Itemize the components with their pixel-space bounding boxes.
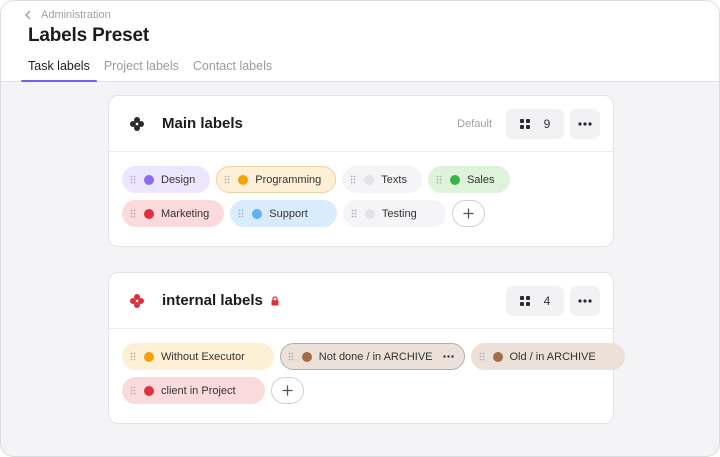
label-count: 9 [543,117,551,131]
label-chip-old-in-archive[interactable]: Old / in ARCHIVE [470,343,625,370]
page-header: Administration Labels Preset Task labels… [1,1,719,82]
label-color-dot [144,174,154,185]
label-row: client in Project [122,377,600,404]
grid-icon [519,119,530,129]
drag-handle-icon[interactable] [130,175,136,184]
drag-handle-icon[interactable] [479,352,485,361]
label-chip-texts[interactable]: Texts [342,166,422,193]
card-header: Main labels Default 9 [109,96,613,152]
label-color-dot [144,351,154,362]
card-header: internal labels 4 [109,273,613,329]
label-chip-text: Sales [466,173,495,186]
label-color-dot [364,208,375,219]
label-list: Without Executor Not done / in ARCHIVE O… [122,343,625,411]
label-row: Without Executor Not done / in ARCHIVE O… [122,343,625,370]
chevron-left-icon[interactable] [24,10,32,20]
label-chip-design[interactable]: Design [122,166,211,193]
breadcrumb[interactable]: Administration [24,8,111,22]
drag-handle-icon[interactable] [436,175,442,184]
more-horizontal-icon [578,122,592,126]
label-chip-text: Testing [381,207,417,220]
label-chip-sales[interactable]: Sales [427,166,510,193]
label-color-dot [492,351,503,362]
label-color-dot [144,208,154,219]
label-chip-text: Programming [255,173,322,186]
grid-icon [519,296,530,306]
drag-handle-icon[interactable] [130,209,136,218]
drag-handle-icon[interactable] [130,386,136,395]
tab-project-labels[interactable]: Project labels [97,57,186,81]
tab-bar: Task labels Project labels Contact label… [21,57,279,82]
label-chip-text: Texts [381,173,407,186]
clover-icon [130,117,144,131]
label-color-dot [144,385,154,396]
tab-contact-labels[interactable]: Contact labels [186,57,279,81]
more-horizontal-icon[interactable] [442,355,454,358]
label-chip-text: Marketing [161,207,210,220]
internal-labels-card: internal labels 4 Without Executor Not d… [108,272,625,424]
label-color-dot [364,174,375,185]
tab-task-labels[interactable]: Task labels [21,57,97,82]
more-horizontal-icon [578,299,592,303]
label-chip-text: Design [161,173,196,186]
label-count-button[interactable]: 9 [506,109,564,139]
label-chip-support[interactable]: Support [230,200,337,227]
label-list: Design Programming Texts Sales Marketing… [122,166,600,234]
lock-icon [271,295,279,305]
drag-handle-icon[interactable] [351,209,357,218]
label-chip-text: Old / in ARCHIVE [509,350,596,363]
label-color-dot [238,174,249,185]
label-color-dot [449,174,460,185]
app-window: Administration Labels Preset Task labels… [0,0,720,457]
card-title: Main labels [162,115,243,132]
drag-handle-icon[interactable] [288,352,294,361]
label-color-dot [301,351,312,362]
drag-handle-icon[interactable] [130,352,136,361]
label-color-dot [252,208,263,219]
more-options-button[interactable] [570,109,600,139]
label-count-button[interactable]: 4 [506,286,564,316]
clover-icon [130,294,144,308]
label-chip-text: Without Executor [161,350,245,363]
more-options-button[interactable] [570,286,600,316]
drag-handle-icon[interactable] [350,175,356,184]
drag-handle-icon[interactable] [224,175,230,184]
label-row: Design Programming Texts Sales [122,166,600,193]
main-labels-card: Main labels Default 9 Design Programming… [108,95,614,247]
default-text: Default [457,118,492,130]
breadcrumb-label[interactable]: Administration [41,9,111,21]
label-chip-marketing[interactable]: Marketing [122,200,225,227]
card-title: internal labels [162,292,279,309]
label-chip-not-done-in-archive[interactable]: Not done / in ARCHIVE [279,343,465,370]
add-label-button[interactable] [451,200,485,227]
plus-icon [281,385,293,396]
label-chip-testing[interactable]: Testing [342,200,446,227]
label-count: 4 [543,294,551,308]
label-row: Marketing Support Testing [122,200,600,227]
plus-icon [463,208,474,219]
label-chip-client-in-project[interactable]: client in Project [122,377,265,404]
label-chip-text: Support [269,207,308,220]
add-label-button[interactable] [270,377,304,404]
label-chip-without-executor[interactable]: Without Executor [122,343,274,370]
page-title: Labels Preset [28,25,149,46]
drag-handle-icon[interactable] [238,209,244,218]
label-chip-text: Not done / in ARCHIVE [318,350,433,363]
label-chip-text: client in Project [161,384,236,397]
label-chip-programming[interactable]: Programming [216,166,337,193]
